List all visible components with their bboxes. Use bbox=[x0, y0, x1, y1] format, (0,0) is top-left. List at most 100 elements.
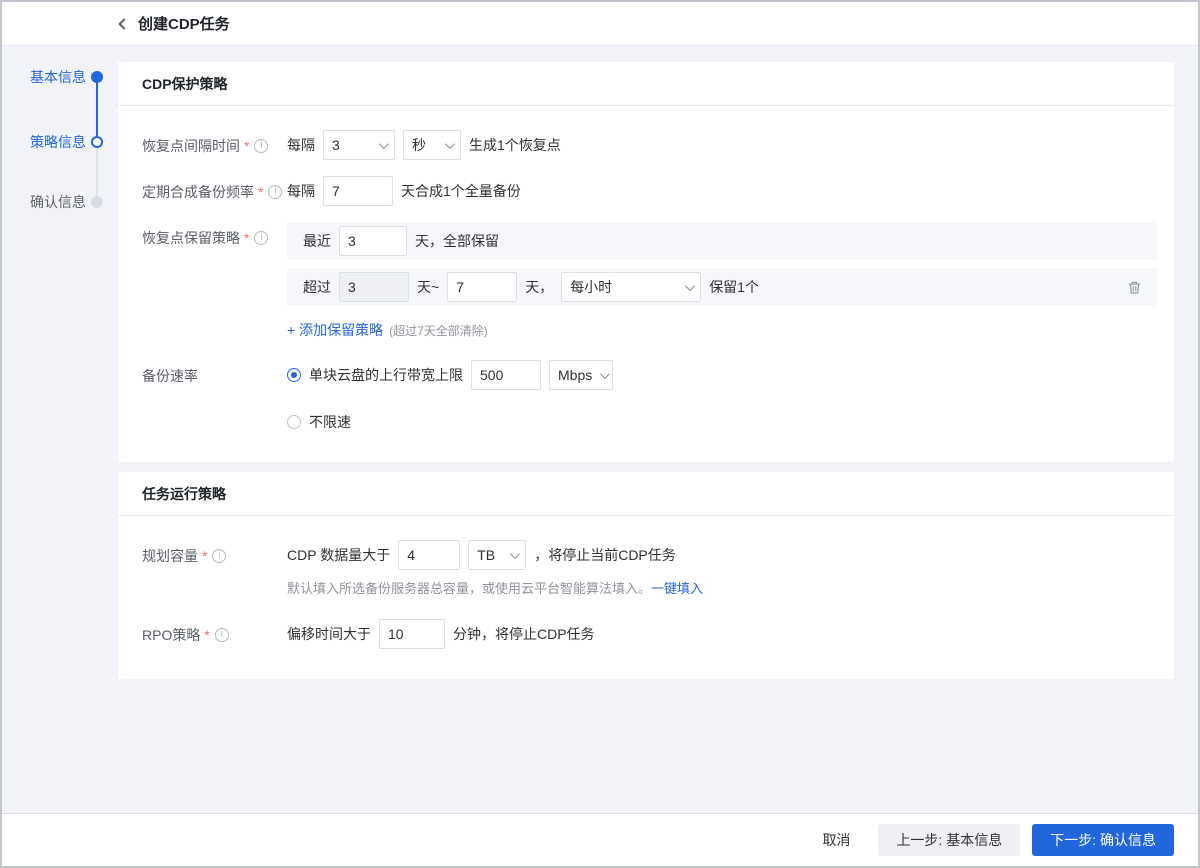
label-text: 恢复点间隔时间 bbox=[142, 136, 240, 156]
synth-frequency-row: 定期合成备份频率 * 每隔 天合成1个全量备份 bbox=[142, 176, 1158, 206]
selected-value: 秒 bbox=[412, 135, 426, 155]
next-step-button[interactable]: 下一步: 确认信息 bbox=[1032, 824, 1174, 856]
recovery-interval-label: 恢复点间隔时间 * bbox=[142, 130, 287, 156]
rpo-input-box bbox=[379, 619, 445, 649]
task-running-card-body: 规划容量 * CDP 数据量大于 TB bbox=[118, 516, 1174, 679]
task-running-card-header: 任务运行策略 bbox=[118, 472, 1174, 516]
rule2-sep1: 天~ bbox=[417, 277, 439, 297]
step-dot-current-icon bbox=[91, 136, 103, 148]
synth-frequency-content: 每隔 天合成1个全量备份 bbox=[287, 176, 1158, 206]
interval-prefix: 每隔 bbox=[287, 135, 315, 155]
delete-rule-button[interactable] bbox=[1127, 280, 1142, 295]
rpo-suffix: 分钟，将停止CDP任务 bbox=[453, 624, 595, 644]
rpo-policy-row: RPO策略 * 偏移时间大于 分钟，将停止CDP任务 bbox=[142, 619, 1158, 649]
capacity-input-box bbox=[398, 540, 460, 570]
capacity-prefix: CDP 数据量大于 bbox=[287, 545, 390, 565]
planned-capacity-content: CDP 数据量大于 TB ，将停止当前CDP任务 bbox=[287, 540, 1158, 597]
chevron-down-icon bbox=[379, 139, 389, 149]
content-area: 基本信息 策略信息 确认信息 CDP保护策略 恢复点间隔时间 * bbox=[2, 46, 1198, 813]
rate-limit-option-label: 单块云盘的上行带宽上限 bbox=[309, 365, 463, 385]
retention-policy-row: 恢复点保留策略 * 最近 天，全部保留 bbox=[142, 222, 1158, 340]
cdp-protection-card: CDP保护策略 恢复点间隔时间 * 每隔 bbox=[118, 62, 1174, 462]
planned-capacity-row: 规划容量 * CDP 数据量大于 TB bbox=[142, 540, 1158, 597]
info-icon[interactable] bbox=[212, 549, 226, 563]
required-asterisk: * bbox=[258, 184, 263, 200]
capacity-input[interactable] bbox=[407, 547, 451, 563]
recovery-interval-content: 每隔 3 秒 生成1个恢复点 bbox=[287, 130, 1158, 160]
interval-suffix: 生成1个恢复点 bbox=[469, 135, 561, 155]
cdp-protection-card-body: 恢复点间隔时间 * 每隔 3 bbox=[118, 106, 1174, 462]
card-title: CDP保护策略 bbox=[142, 74, 228, 94]
add-retention-rule-link[interactable]: + 添加保留策略 bbox=[287, 320, 383, 340]
rate-unit-select[interactable]: Mbps bbox=[549, 360, 613, 390]
task-running-card: 任务运行策略 规划容量 * CDP 数据量大于 bbox=[118, 472, 1174, 679]
planned-capacity-label: 规划容量 * bbox=[142, 540, 287, 566]
info-icon[interactable] bbox=[254, 231, 268, 245]
step-connector-active bbox=[96, 77, 98, 142]
chevron-down-icon bbox=[510, 549, 520, 559]
card-title: 任务运行策略 bbox=[142, 484, 226, 504]
step-basic-info[interactable]: 基本信息 bbox=[2, 68, 86, 86]
prev-step-button[interactable]: 上一步: 基本信息 bbox=[878, 824, 1020, 856]
rate-unlimited-option-label: 不限速 bbox=[309, 412, 351, 432]
rule2-suffix: 保留1个 bbox=[709, 277, 759, 297]
step-dot-pending-icon bbox=[91, 196, 103, 208]
step-connector-idle bbox=[96, 142, 98, 202]
cancel-button[interactable]: 取消 bbox=[808, 824, 864, 856]
info-icon[interactable] bbox=[254, 139, 268, 153]
interval-unit-select[interactable]: 秒 bbox=[403, 130, 461, 160]
required-asterisk: * bbox=[244, 230, 249, 246]
required-asterisk: * bbox=[244, 138, 249, 154]
rule2-to-input-box bbox=[447, 272, 517, 302]
add-link-label: 添加保留策略 bbox=[299, 322, 383, 338]
capacity-helper-text: 默认填入所选备份服务器总容量，或使用云平台智能算法填入。 bbox=[287, 581, 651, 596]
label-text: 恢复点保留策略 bbox=[142, 228, 240, 248]
rule2-from-input[interactable] bbox=[348, 279, 400, 295]
rule2-from-input-box bbox=[339, 272, 409, 302]
back-button[interactable]: 创建CDP任务 bbox=[120, 13, 230, 34]
rpo-input[interactable] bbox=[388, 626, 436, 642]
step-nav: 基本信息 策略信息 确认信息 bbox=[2, 46, 118, 813]
one-click-fill-link[interactable]: 一键填入 bbox=[651, 581, 703, 596]
rate-value-input[interactable] bbox=[480, 367, 532, 383]
rate-unlimited-option: 不限速 bbox=[287, 412, 1158, 432]
label-text: 定期合成备份频率 bbox=[142, 182, 254, 202]
label-text: 规划容量 bbox=[142, 546, 198, 566]
synth-days-input[interactable] bbox=[332, 183, 384, 199]
selected-value: TB bbox=[477, 547, 495, 563]
backup-rate-row: 备份速率 单块云盘的上行带宽上限 Mbps bbox=[142, 360, 1158, 432]
rule1-prefix: 最近 bbox=[303, 231, 331, 251]
step-confirm-info[interactable]: 确认信息 bbox=[2, 193, 86, 211]
create-cdp-task-page: 创建CDP任务 基本信息 策略信息 确认信息 CDP保护策略 bbox=[0, 0, 1200, 868]
backup-rate-content: 单块云盘的上行带宽上限 Mbps bbox=[287, 360, 1158, 432]
info-icon[interactable] bbox=[268, 185, 282, 199]
page-header: 创建CDP任务 bbox=[2, 2, 1198, 46]
label-text: 备份速率 bbox=[142, 366, 198, 386]
retention-policy-label: 恢复点保留策略 * bbox=[142, 222, 287, 248]
capacity-unit-select[interactable]: TB bbox=[468, 540, 526, 570]
rule1-days-input[interactable] bbox=[348, 233, 398, 249]
interval-value-select[interactable]: 3 bbox=[323, 130, 395, 160]
rule2-granularity-select[interactable]: 每小时 bbox=[561, 272, 701, 302]
chevron-down-icon bbox=[445, 139, 455, 149]
synth-frequency-label: 定期合成备份频率 * bbox=[142, 176, 287, 202]
required-asterisk: * bbox=[204, 627, 209, 643]
plus-icon: + bbox=[287, 322, 295, 338]
capacity-helper: 默认填入所选备份服务器总容量，或使用云平台智能算法填入。一键填入 bbox=[287, 578, 1158, 597]
rule2-to-input[interactable] bbox=[456, 279, 508, 295]
capacity-suffix: ，将停止当前CDP任务 bbox=[534, 545, 676, 565]
rpo-prefix: 偏移时间大于 bbox=[287, 624, 371, 644]
radio-selected-icon[interactable] bbox=[287, 368, 301, 382]
rule1-suffix: 天，全部保留 bbox=[415, 231, 499, 251]
retention-rule-beyond: 超过 天~ 天， 每小时 bbox=[287, 268, 1158, 306]
rpo-policy-content: 偏移时间大于 分钟，将停止CDP任务 bbox=[287, 619, 1158, 649]
main-column: CDP保护策略 恢复点间隔时间 * 每隔 bbox=[118, 46, 1198, 813]
radio-unselected-icon[interactable] bbox=[287, 415, 301, 429]
cdp-protection-card-header: CDP保护策略 bbox=[118, 62, 1174, 106]
info-icon[interactable] bbox=[215, 628, 229, 642]
required-asterisk: * bbox=[202, 548, 207, 564]
chevron-down-icon bbox=[600, 369, 610, 379]
step-dot-done-icon bbox=[91, 71, 103, 83]
chevron-down-icon bbox=[685, 281, 695, 291]
step-policy-info[interactable]: 策略信息 bbox=[2, 133, 86, 151]
